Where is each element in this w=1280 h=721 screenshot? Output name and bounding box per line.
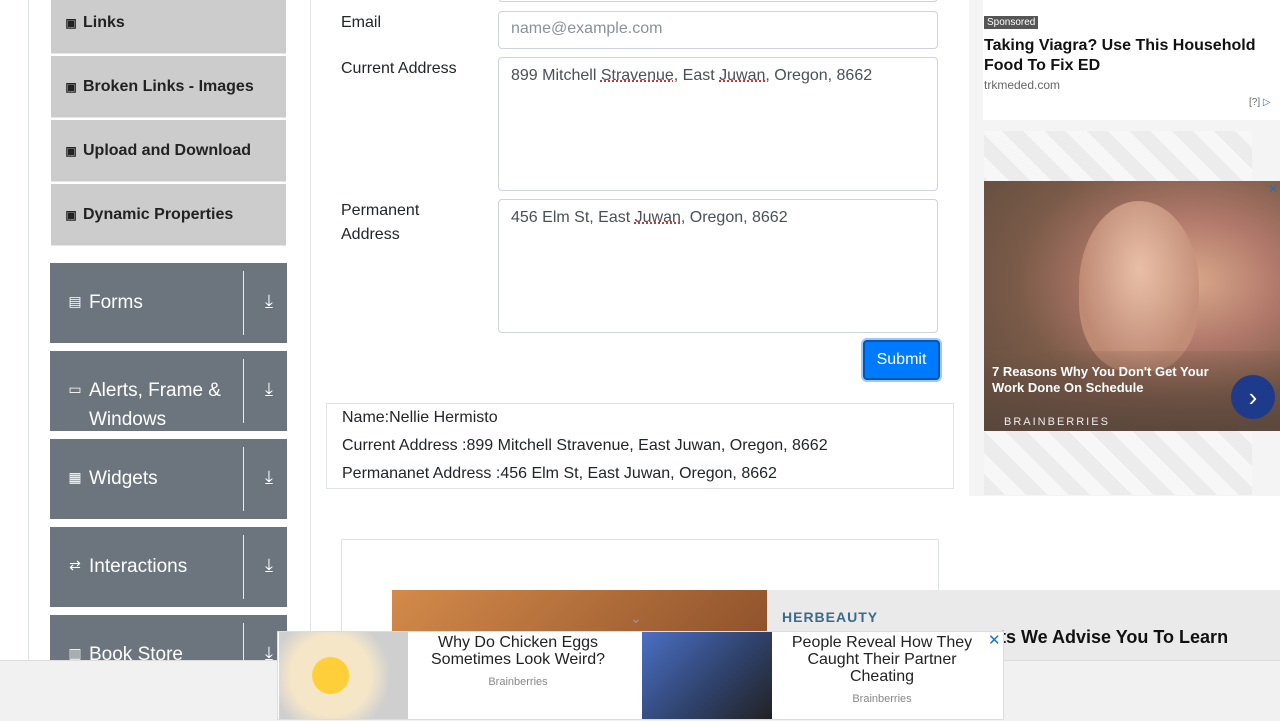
- sidebar-group-interactions[interactable]: ⇄ Interactions ⤓: [50, 527, 287, 607]
- sidebar-item-label: Links: [83, 13, 125, 31]
- ad-headline[interactable]: Taking Viagra? Use This Household Food T…: [984, 36, 1274, 76]
- current-address-label: Current Address: [341, 60, 457, 77]
- ad-info[interactable]: [?] ▷: [1249, 97, 1271, 108]
- sidebar-group-widgets[interactable]: ▦ Widgets ⤓: [50, 439, 287, 519]
- sidebar-item-label: Broken Links - Images: [83, 77, 254, 95]
- sidebar-item-dynamic-properties[interactable]: ▣ Dynamic Properties: [51, 184, 286, 246]
- ad-image-brand: BRAINBERRIES: [1004, 416, 1110, 428]
- native-ad-title-2[interactable]: People Reveal How They Caught Their Part…: [776, 634, 988, 685]
- sidebar-item-upload-download[interactable]: ▣ Upload and Download: [51, 120, 286, 182]
- ad-image[interactable]: 7 Reasons Why You Don't Get Your Work Do…: [984, 181, 1280, 431]
- close-icon[interactable]: ✕: [1268, 183, 1280, 195]
- sidebar-group-label: Interactions: [89, 556, 188, 577]
- permanent-address-label: Permanent Address: [341, 202, 420, 243]
- download-arrow-icon[interactable]: ⤓: [256, 379, 282, 405]
- html5-icon: ▣: [65, 143, 77, 158]
- ad-image-caption: 7 Reasons Why You Don't Get Your Work Do…: [992, 364, 1209, 395]
- group-divider: [243, 535, 244, 599]
- name-field-bottom[interactable]: [498, 0, 938, 2]
- submit-button[interactable]: Submit: [863, 340, 940, 380]
- group-divider: [243, 447, 244, 511]
- current-address-field[interactable]: 899 Mitchell Stravenue, East Juwan, Oreg…: [498, 57, 938, 191]
- document-icon: ▤: [68, 293, 82, 309]
- close-icon[interactable]: ✕: [988, 631, 1001, 649]
- ad-photo-figure: [1079, 201, 1199, 371]
- email-label: Email: [341, 14, 382, 31]
- email-field[interactable]: name@example.com: [498, 11, 938, 49]
- download-arrow-icon[interactable]: ⤓: [256, 467, 282, 493]
- sidebar-group-label: Alerts, Frame & Windows: [89, 380, 221, 430]
- download-arrow-icon[interactable]: ⤓: [256, 555, 282, 581]
- sidebar-group-forms[interactable]: ▤ Forms ⤓: [50, 263, 287, 343]
- group-divider: [243, 271, 244, 335]
- output-box: Name:Nellie Hermisto Current Address :89…: [326, 403, 954, 489]
- output-name: Name:Nellie Hermisto: [342, 409, 498, 426]
- native-ad-image-2[interactable]: [642, 632, 772, 719]
- sidebar-item-links[interactable]: ▣ Links: [51, 0, 286, 54]
- arrows-icon: ⇄: [69, 557, 81, 573]
- sidebar-divider: [28, 0, 29, 720]
- output-permanent-address: Permananet Address :456 Elm St, East Juw…: [342, 465, 777, 482]
- html5-icon: ▣: [65, 79, 77, 94]
- native-ad-title-1[interactable]: Why Do Chicken Eggs Sometimes Look Weird…: [412, 634, 624, 668]
- chevron-down-icon[interactable]: ⌄: [630, 610, 642, 627]
- download-arrow-icon[interactable]: ⤓: [256, 291, 282, 317]
- sidebar-divider: [310, 0, 311, 720]
- bottom-ad-brand: HERBEAUTY: [782, 609, 879, 625]
- native-ad-image-1[interactable]: [279, 632, 408, 719]
- chevron-right-icon[interactable]: ›: [1231, 375, 1275, 419]
- sidebar-group-label: Forms: [89, 292, 143, 313]
- sponsored-badge: Sponsored: [984, 16, 1039, 29]
- group-divider: [243, 359, 244, 423]
- sidebar-item-label: Dynamic Properties: [83, 205, 234, 223]
- sidebar-item-broken-links[interactable]: ▣ Broken Links - Images: [51, 56, 286, 118]
- sidebar-group-label: Widgets: [89, 468, 158, 489]
- sidebar-item-label: Upload and Download: [83, 141, 251, 159]
- native-ad-source-2: Brainberries: [852, 693, 912, 705]
- html5-icon: ▣: [65, 15, 77, 30]
- native-ad-source-1: Brainberries: [488, 676, 548, 688]
- sidebar-group-alerts[interactable]: ▭ Alerts, Frame & Windows ⤓: [50, 351, 287, 431]
- permanent-address-field[interactable]: 456 Elm St, East Juwan, Oregon, 8662: [498, 199, 938, 333]
- output-current-address: Current Address :899 Mitchell Stravenue,…: [342, 437, 828, 454]
- window-icon: ▭: [68, 381, 82, 397]
- widgets-icon: ▦: [68, 469, 82, 485]
- bottom-ad-title[interactable]: ets We Advise You To Learn: [990, 627, 1228, 648]
- adchoices-icon: ▷: [1262, 97, 1271, 108]
- html5-icon: ▣: [65, 207, 77, 222]
- ad-source[interactable]: trkmeded.com: [984, 78, 1060, 92]
